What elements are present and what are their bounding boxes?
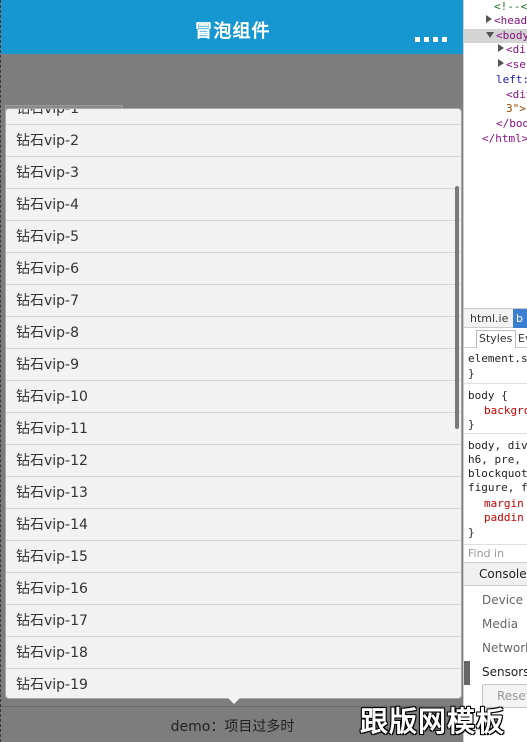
css-selector-line: h6, pre, bbox=[468, 453, 521, 466]
drawer-item-network[interactable]: Network bbox=[482, 641, 527, 655]
dom-node-line[interactable]: <di bbox=[498, 43, 526, 56]
tab-html-ie[interactable]: html.ie bbox=[470, 312, 508, 325]
list-item[interactable]: 钻石vip-1 bbox=[6, 109, 461, 125]
dom-node-line[interactable]: left: bbox=[496, 73, 527, 86]
list-item[interactable]: 钻石vip-18 bbox=[6, 637, 461, 669]
styles-subtabs: Styles Ev bbox=[464, 330, 527, 348]
tab-console[interactable]: Console bbox=[464, 563, 527, 586]
css-selector-line: figure, f bbox=[468, 481, 527, 494]
tab-event-listeners[interactable]: Ev bbox=[518, 332, 527, 345]
dom-node-text: <di bbox=[506, 43, 526, 56]
dom-node-line[interactable]: 3">- bbox=[506, 102, 527, 115]
watermark: 跟版网模板 bbox=[360, 705, 506, 738]
css-selector-line: } bbox=[468, 418, 475, 431]
dom-node-line[interactable]: <head bbox=[486, 14, 527, 27]
dom-node-text: <div bbox=[506, 88, 527, 101]
tab-b[interactable]: b bbox=[516, 312, 523, 325]
list-item[interactable]: 钻石vip-4 bbox=[6, 189, 461, 221]
dom-node-line[interactable]: </html> bbox=[482, 132, 527, 145]
list-item[interactable]: 钻石vip-11 bbox=[6, 413, 461, 445]
dom-node-line[interactable]: <se bbox=[498, 58, 526, 71]
devtools-file-tabs: html.ie b bbox=[464, 308, 527, 328]
list-item[interactable]: 钻石vip-2 bbox=[6, 125, 461, 157]
list-item[interactable]: 钻石vip-12 bbox=[6, 445, 461, 477]
expand-right-icon[interactable] bbox=[498, 59, 504, 67]
dom-node-text: <body bbox=[496, 29, 527, 42]
css-selector-line: body { bbox=[468, 389, 508, 402]
dom-node-text: 3">- bbox=[506, 102, 527, 115]
list-item[interactable]: 钻石vip-16 bbox=[6, 573, 461, 605]
find-in-styles-input[interactable]: Find in Style bbox=[464, 544, 527, 578]
css-property: paddin bbox=[484, 511, 524, 524]
drawer-active-indicator bbox=[464, 661, 470, 685]
drawer-item-device[interactable]: Device bbox=[482, 593, 523, 607]
page-title: 冒泡组件 bbox=[194, 21, 271, 42]
list-item[interactable]: 钻石vip-8 bbox=[6, 317, 461, 349]
css-selector-line: blockquot bbox=[468, 467, 527, 480]
list-item[interactable]: 钻石vip-7 bbox=[6, 285, 461, 317]
css-selector-line: } bbox=[468, 526, 475, 539]
popover-items: 钻石vip-1 钻石vip-2 钻石vip-3 钻石vip-4 钻石vip-5 钻石vip… bbox=[6, 109, 461, 698]
expand-right-icon[interactable] bbox=[498, 44, 504, 52]
popover-scrollbar[interactable] bbox=[455, 186, 459, 429]
list-item[interactable]: 钻石vip-14 bbox=[6, 509, 461, 541]
list-item[interactable]: 钻石vip-6 bbox=[6, 253, 461, 285]
drawer-item-media[interactable]: Media bbox=[482, 617, 518, 631]
list-item[interactable]: 钻石vip-17 bbox=[6, 605, 461, 637]
more-dots-icon[interactable] bbox=[415, 37, 447, 42]
css-rule-divider bbox=[464, 433, 527, 434]
app-header: 冒泡组件 bbox=[1, 0, 463, 54]
dom-node-text: </html> bbox=[482, 132, 527, 145]
css-selector-line: body, div bbox=[468, 439, 527, 452]
expand-right-icon[interactable] bbox=[486, 15, 492, 23]
list-item[interactable]: 钻石vip-13 bbox=[6, 477, 461, 509]
mobile-viewport: 冒泡组件 钻石vip-1 钻石vip-2 钻石vip-3 钻石vip-4 钻石vip-5… bbox=[0, 0, 463, 742]
list-item[interactable]: 钻石vip-5 bbox=[6, 221, 461, 253]
dom-node-text: <!--< bbox=[494, 0, 527, 13]
popover-arrow bbox=[227, 697, 241, 704]
css-rule-divider bbox=[464, 383, 527, 384]
css-property: margin bbox=[484, 497, 524, 510]
dom-node-text: <se bbox=[506, 58, 526, 71]
drawer-tabs: Console bbox=[464, 562, 527, 586]
devtools-panel: <!--<<head <body<di <se left: <div3">- </bod <… bbox=[463, 0, 527, 742]
dom-node-line[interactable]: <!--< bbox=[494, 0, 527, 13]
css-selector-line: element.st bbox=[468, 352, 527, 365]
css-property: backgro bbox=[484, 404, 527, 417]
dom-node-line[interactable]: </bod bbox=[496, 117, 527, 130]
list-item[interactable]: 钻石vip-15 bbox=[6, 541, 461, 573]
list-item[interactable]: 钻石vip-3 bbox=[6, 157, 461, 189]
css-selector-line: } bbox=[468, 367, 475, 380]
dom-node-text: </bod bbox=[496, 117, 527, 130]
dom-node-line[interactable]: <div bbox=[506, 88, 527, 101]
dom-node-line[interactable]: <body bbox=[486, 29, 527, 42]
list-item[interactable]: 钻石vip-10 bbox=[6, 381, 461, 413]
list-item[interactable]: 钻石vip-9 bbox=[6, 349, 461, 381]
drawer-item-sensors[interactable]: Sensors bbox=[482, 665, 527, 679]
dom-node-text: left: bbox=[496, 73, 527, 86]
popover-list[interactable]: 钻石vip-1 钻石vip-2 钻石vip-3 钻石vip-4 钻石vip-5 钻石vip… bbox=[5, 108, 462, 699]
dom-node-text: <head bbox=[494, 14, 527, 27]
expand-down-icon[interactable] bbox=[486, 32, 494, 38]
list-item[interactable]: 钻石vip-19 bbox=[6, 669, 461, 698]
tab-styles[interactable]: Styles bbox=[479, 332, 512, 345]
